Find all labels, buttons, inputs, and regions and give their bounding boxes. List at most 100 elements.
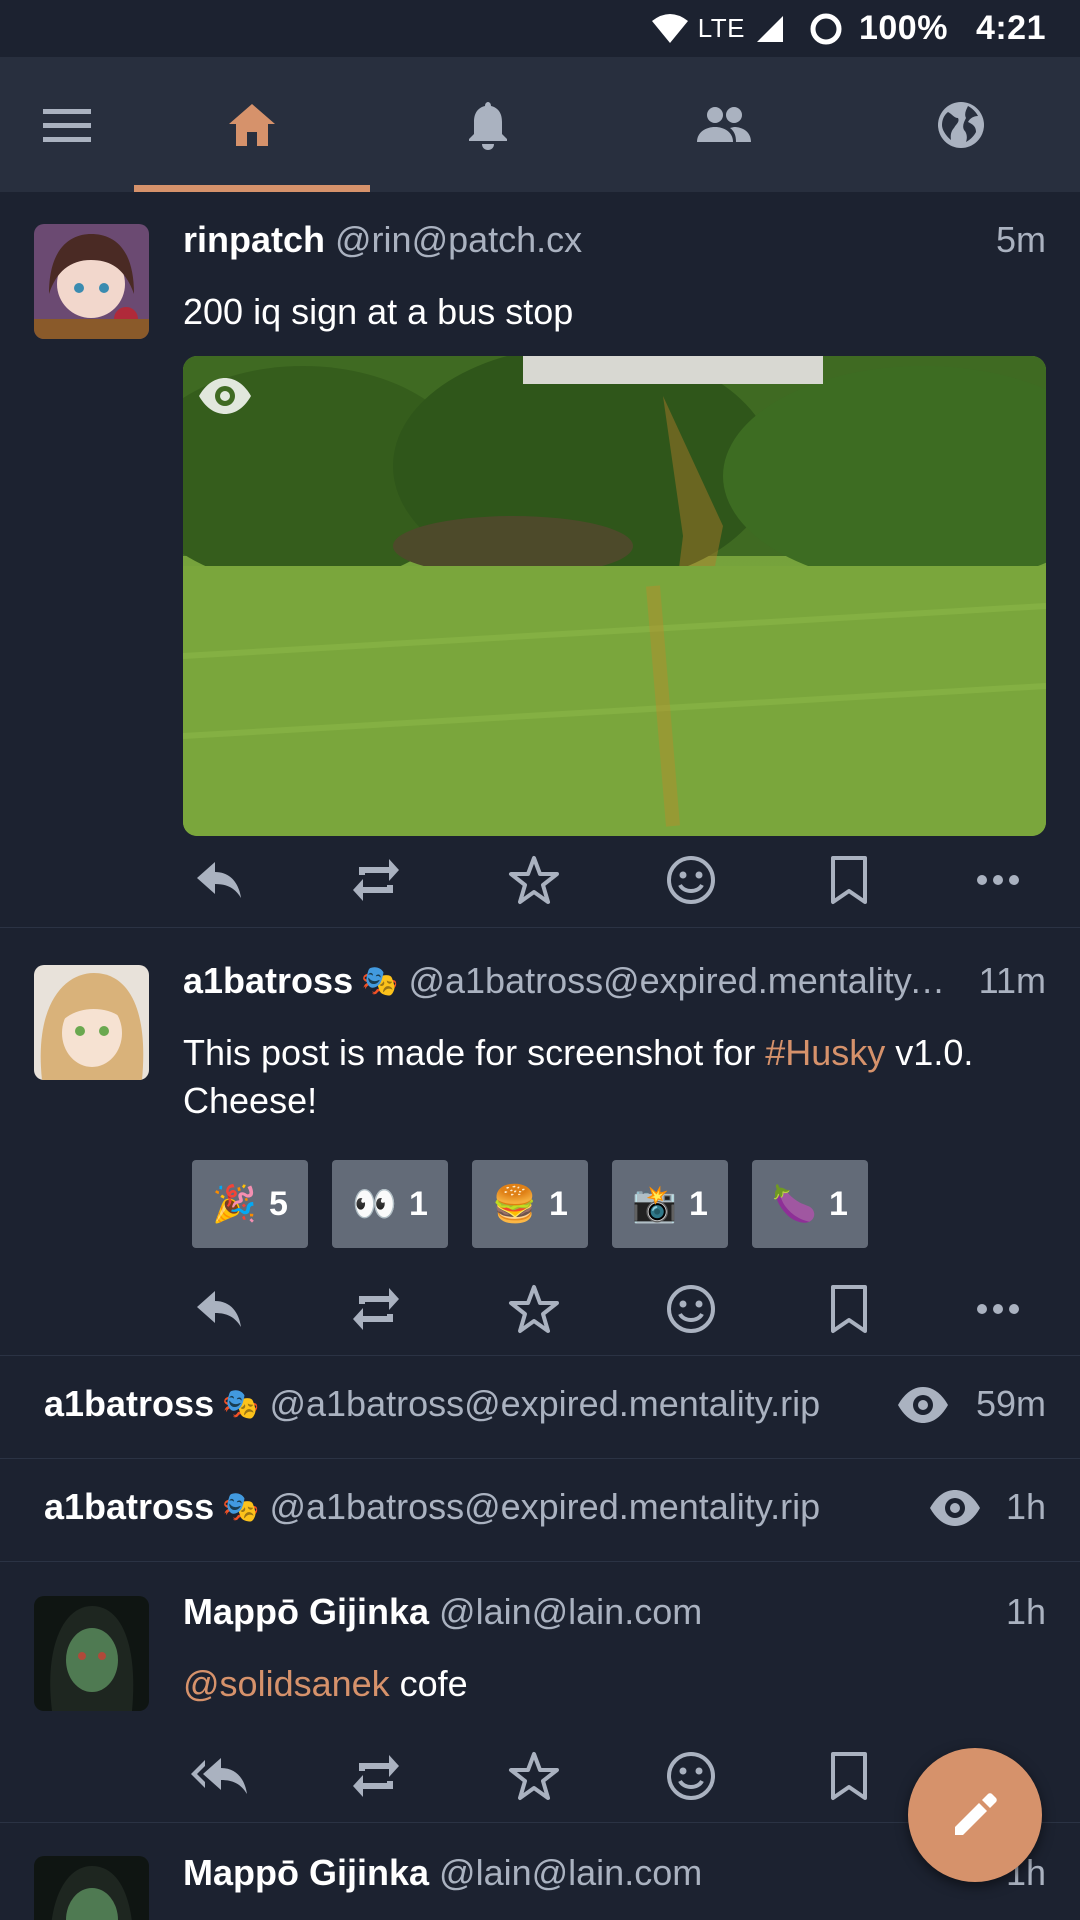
tab-notifications[interactable]	[370, 57, 606, 192]
display-name[interactable]: Mappō Gijinka	[183, 1591, 429, 1633]
tab-federated[interactable]	[842, 57, 1080, 192]
bookmark-button[interactable]	[819, 1746, 879, 1806]
favourite-icon	[509, 1285, 559, 1333]
reaction-count: 1	[548, 1184, 568, 1223]
custom-emoji: 🎭	[361, 964, 399, 998]
favourite-icon	[509, 856, 559, 904]
bell-icon	[469, 101, 507, 150]
account-handle: @a1batross@expired.mentality.rip	[269, 1383, 821, 1424]
emoji-react-button[interactable]	[661, 1746, 721, 1806]
tab-home[interactable]	[134, 57, 370, 192]
favourite-button[interactable]	[504, 1746, 564, 1806]
post-header: rinpatch @rin@patch.cx	[183, 219, 930, 261]
favourite-button[interactable]	[504, 1279, 564, 1339]
emoji-react-icon	[667, 856, 715, 904]
avatar[interactable]	[34, 1596, 149, 1711]
account-handle: @a1batross@expired.mentality.rip	[269, 1486, 821, 1527]
account-handle[interactable]: @lain@lain.com	[439, 1591, 702, 1633]
reply-button[interactable]	[189, 1279, 249, 1339]
more-button[interactable]	[968, 1279, 1028, 1339]
favourite-button[interactable]	[504, 850, 564, 910]
collapsed-status[interactable]: a1batross 🎭 @a1batross@expired.mentality…	[0, 1355, 1080, 1459]
people-icon	[697, 106, 751, 142]
post-content: 200 iq sign at a bus stop	[183, 291, 574, 332]
reaction-chip[interactable]: 📸 1	[612, 1160, 728, 1248]
display-name: a1batross	[44, 1486, 215, 1527]
avatar[interactable]	[34, 224, 149, 339]
globe-icon	[938, 101, 984, 148]
compose-button[interactable]	[908, 1748, 1042, 1882]
reply-all-icon	[191, 1758, 247, 1794]
status-bar: LTE 100% 4:21	[0, 0, 1080, 57]
timestamp: 11m	[978, 960, 1046, 1001]
custom-emoji: 🎭	[222, 1387, 260, 1421]
menu-button[interactable]	[0, 57, 134, 192]
boost-icon	[353, 1288, 399, 1330]
more-button[interactable]	[968, 850, 1028, 910]
reaction-emoji: 📸	[632, 1183, 677, 1224]
post-actions	[183, 850, 1033, 910]
emoji-react-button[interactable]	[661, 1279, 721, 1339]
reaction-chip[interactable]: 🍔 1	[472, 1160, 588, 1248]
clock: 4:21	[975, 9, 1046, 47]
display-name[interactable]: Mappō Gijinka	[183, 1852, 429, 1894]
timestamp: 5m	[995, 219, 1046, 260]
top-toolbar	[0, 57, 1080, 192]
display-name[interactable]: rinpatch	[183, 219, 325, 261]
reaction-count: 1	[688, 1184, 708, 1223]
bookmark-icon	[831, 1752, 867, 1800]
bookmark-icon	[831, 1285, 867, 1333]
reply-button[interactable]	[189, 850, 249, 910]
favourite-icon	[509, 1752, 559, 1800]
reaction-chip[interactable]: 🍆 1	[752, 1160, 868, 1248]
active-tab-indicator	[134, 185, 370, 192]
hashtag-link[interactable]: #Husky	[765, 1032, 885, 1073]
media-attachment[interactable]	[183, 356, 1046, 836]
reaction-chip[interactable]: 👀 1	[332, 1160, 448, 1248]
tab-local[interactable]	[606, 57, 842, 192]
reply-icon	[197, 1291, 241, 1327]
reaction-count: 5	[268, 1184, 288, 1223]
boost-button[interactable]	[346, 1279, 406, 1339]
account-handle[interactable]: @lain@lain.com	[439, 1852, 702, 1894]
signal-icon	[756, 15, 783, 42]
emoji-react-icon	[667, 1285, 715, 1333]
status-post[interactable]: a1batross 🎭 @a1batross@expired.mentality…	[0, 927, 1080, 1356]
reaction-emoji: 🍆	[772, 1183, 817, 1224]
boost-button[interactable]	[346, 850, 406, 910]
account-handle[interactable]: @a1batross@expired.mentality.…	[408, 960, 955, 1002]
wifi-icon	[651, 13, 688, 43]
reaction-chip[interactable]: 🎉 5	[192, 1160, 308, 1248]
reaction-count: 1	[408, 1184, 428, 1223]
emoji-react-button[interactable]	[661, 850, 721, 910]
avatar[interactable]	[34, 1856, 149, 1920]
eye-icon[interactable]	[896, 1385, 950, 1425]
custom-emoji: 🎭	[222, 1490, 260, 1524]
emoji-react-icon	[667, 1752, 715, 1800]
display-name: a1batross	[44, 1383, 215, 1424]
hamburger-menu-icon	[43, 108, 91, 142]
bookmark-button[interactable]	[819, 850, 879, 910]
avatar[interactable]	[34, 965, 149, 1080]
bookmark-button[interactable]	[819, 1279, 879, 1339]
home-icon	[229, 103, 275, 146]
collapsed-status[interactable]: a1batross 🎭 @a1batross@expired.mentality…	[0, 1458, 1080, 1562]
reply-icon	[197, 862, 241, 898]
reaction-count: 1	[828, 1184, 848, 1223]
display-name[interactable]: a1batross	[183, 960, 353, 1002]
account-handle[interactable]: @rin@patch.cx	[335, 219, 582, 261]
status-post[interactable]: rinpatch @rin@patch.cx 5m 200 iq sign at…	[0, 192, 1080, 928]
eye-icon[interactable]	[197, 376, 253, 416]
timestamp: 1h	[1005, 1591, 1046, 1632]
timestamp: 1h	[1005, 1486, 1046, 1527]
eye-icon[interactable]	[928, 1488, 982, 1528]
reaction-emoji: 🎉	[212, 1183, 257, 1224]
boost-button[interactable]	[346, 1746, 406, 1806]
timestamp: 59m	[975, 1383, 1046, 1424]
post-header: Mappō Gijinka @lain@lain.com	[183, 1591, 980, 1633]
reply-all-button[interactable]	[189, 1746, 249, 1806]
post-header: a1batross 🎭 @a1batross@expired.mentality…	[44, 1383, 850, 1425]
mention-link[interactable]: @solidsanek	[183, 1663, 390, 1704]
network-type: LTE	[697, 13, 745, 43]
post-header: a1batross 🎭 @a1batross@expired.mentality…	[44, 1486, 850, 1528]
